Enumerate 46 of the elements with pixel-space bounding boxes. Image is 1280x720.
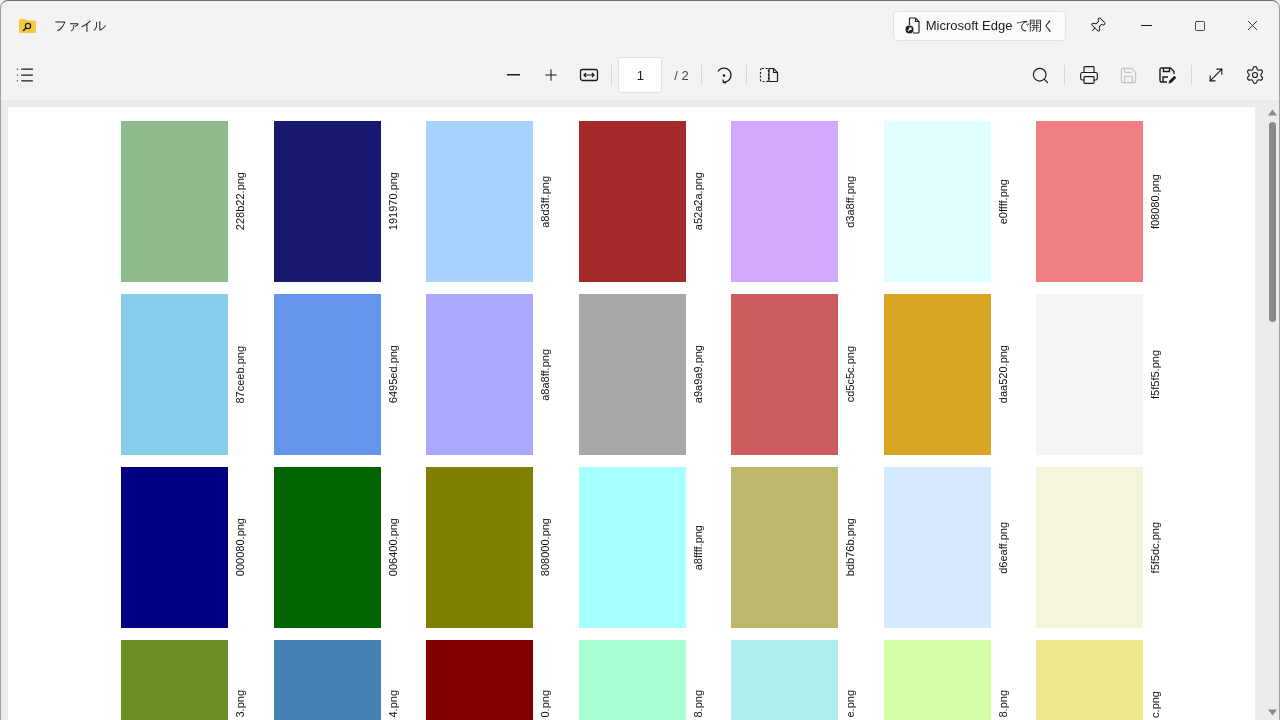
file-name-label: d3a8ff.png <box>844 175 856 228</box>
file-name-label: c.png <box>1149 691 1161 718</box>
file-name-label: e.png <box>844 690 856 718</box>
file-name-label: a9a9a9.png <box>691 345 704 404</box>
file-name-label: daa520.png <box>996 345 1009 404</box>
window-title: ファイル <box>54 16 106 35</box>
file-name-label: bdb76b.png <box>844 518 856 577</box>
document-icon <box>904 17 920 34</box>
file-name-label: 808000.png <box>539 518 551 577</box>
save-pencil-icon <box>1157 65 1177 85</box>
scroll-up-icon[interactable] <box>1267 109 1277 116</box>
file-name-label: 191970.png <box>386 172 399 231</box>
scrollbar-thumb[interactable] <box>1268 122 1276 322</box>
file-name-label: a52a2a.png <box>691 172 704 231</box>
maximize-icon <box>1193 19 1206 32</box>
printer-icon <box>1079 65 1099 85</box>
file-name-label: f5f5dc.png <box>1149 521 1161 574</box>
file-name-label: 4.png <box>386 690 399 718</box>
folder-search-icon <box>19 18 36 33</box>
file-name-label: a8ffff.png <box>691 524 704 571</box>
file-name-label: 6495ed.png <box>386 345 399 404</box>
search-icon <box>1030 65 1050 85</box>
file-name-label: d6eaff.png <box>996 521 1009 574</box>
file-name-label: 000080.png <box>234 518 246 577</box>
file-name-label: 3.png <box>234 690 246 718</box>
minimize-icon <box>1141 24 1152 27</box>
page-count: / 2 <box>673 67 690 83</box>
file-name-label: 87ceeb.png <box>234 345 246 404</box>
file-name-label: a8d3ff.png <box>539 175 551 228</box>
minus-icon <box>506 74 520 76</box>
scroll-down-icon[interactable] <box>1267 709 1277 716</box>
save-icon <box>1118 65 1138 85</box>
file-name-label: f5f5f5.png <box>1149 350 1161 399</box>
file-name-label: cd5c5c.png <box>844 346 856 403</box>
file-name-label: a8a8ff.png <box>539 348 551 401</box>
file-name-label: 0.png <box>539 690 551 718</box>
file-name-label: 8.png <box>691 690 704 718</box>
file-name-label: 006400.png <box>386 518 399 577</box>
open-button[interactable]: Microsoft Edge で開く <box>892 10 1066 41</box>
file-name-label: 228b22.png <box>234 172 246 231</box>
settings-icon <box>1245 65 1265 85</box>
page-number-field[interactable]: 1 <box>618 57 663 93</box>
file-name-label: e0ffff.png <box>996 178 1009 225</box>
file-name-label: 8.png <box>996 690 1009 718</box>
two-page-icon <box>758 65 779 85</box>
file-name-label: f08080.png <box>1149 173 1161 230</box>
